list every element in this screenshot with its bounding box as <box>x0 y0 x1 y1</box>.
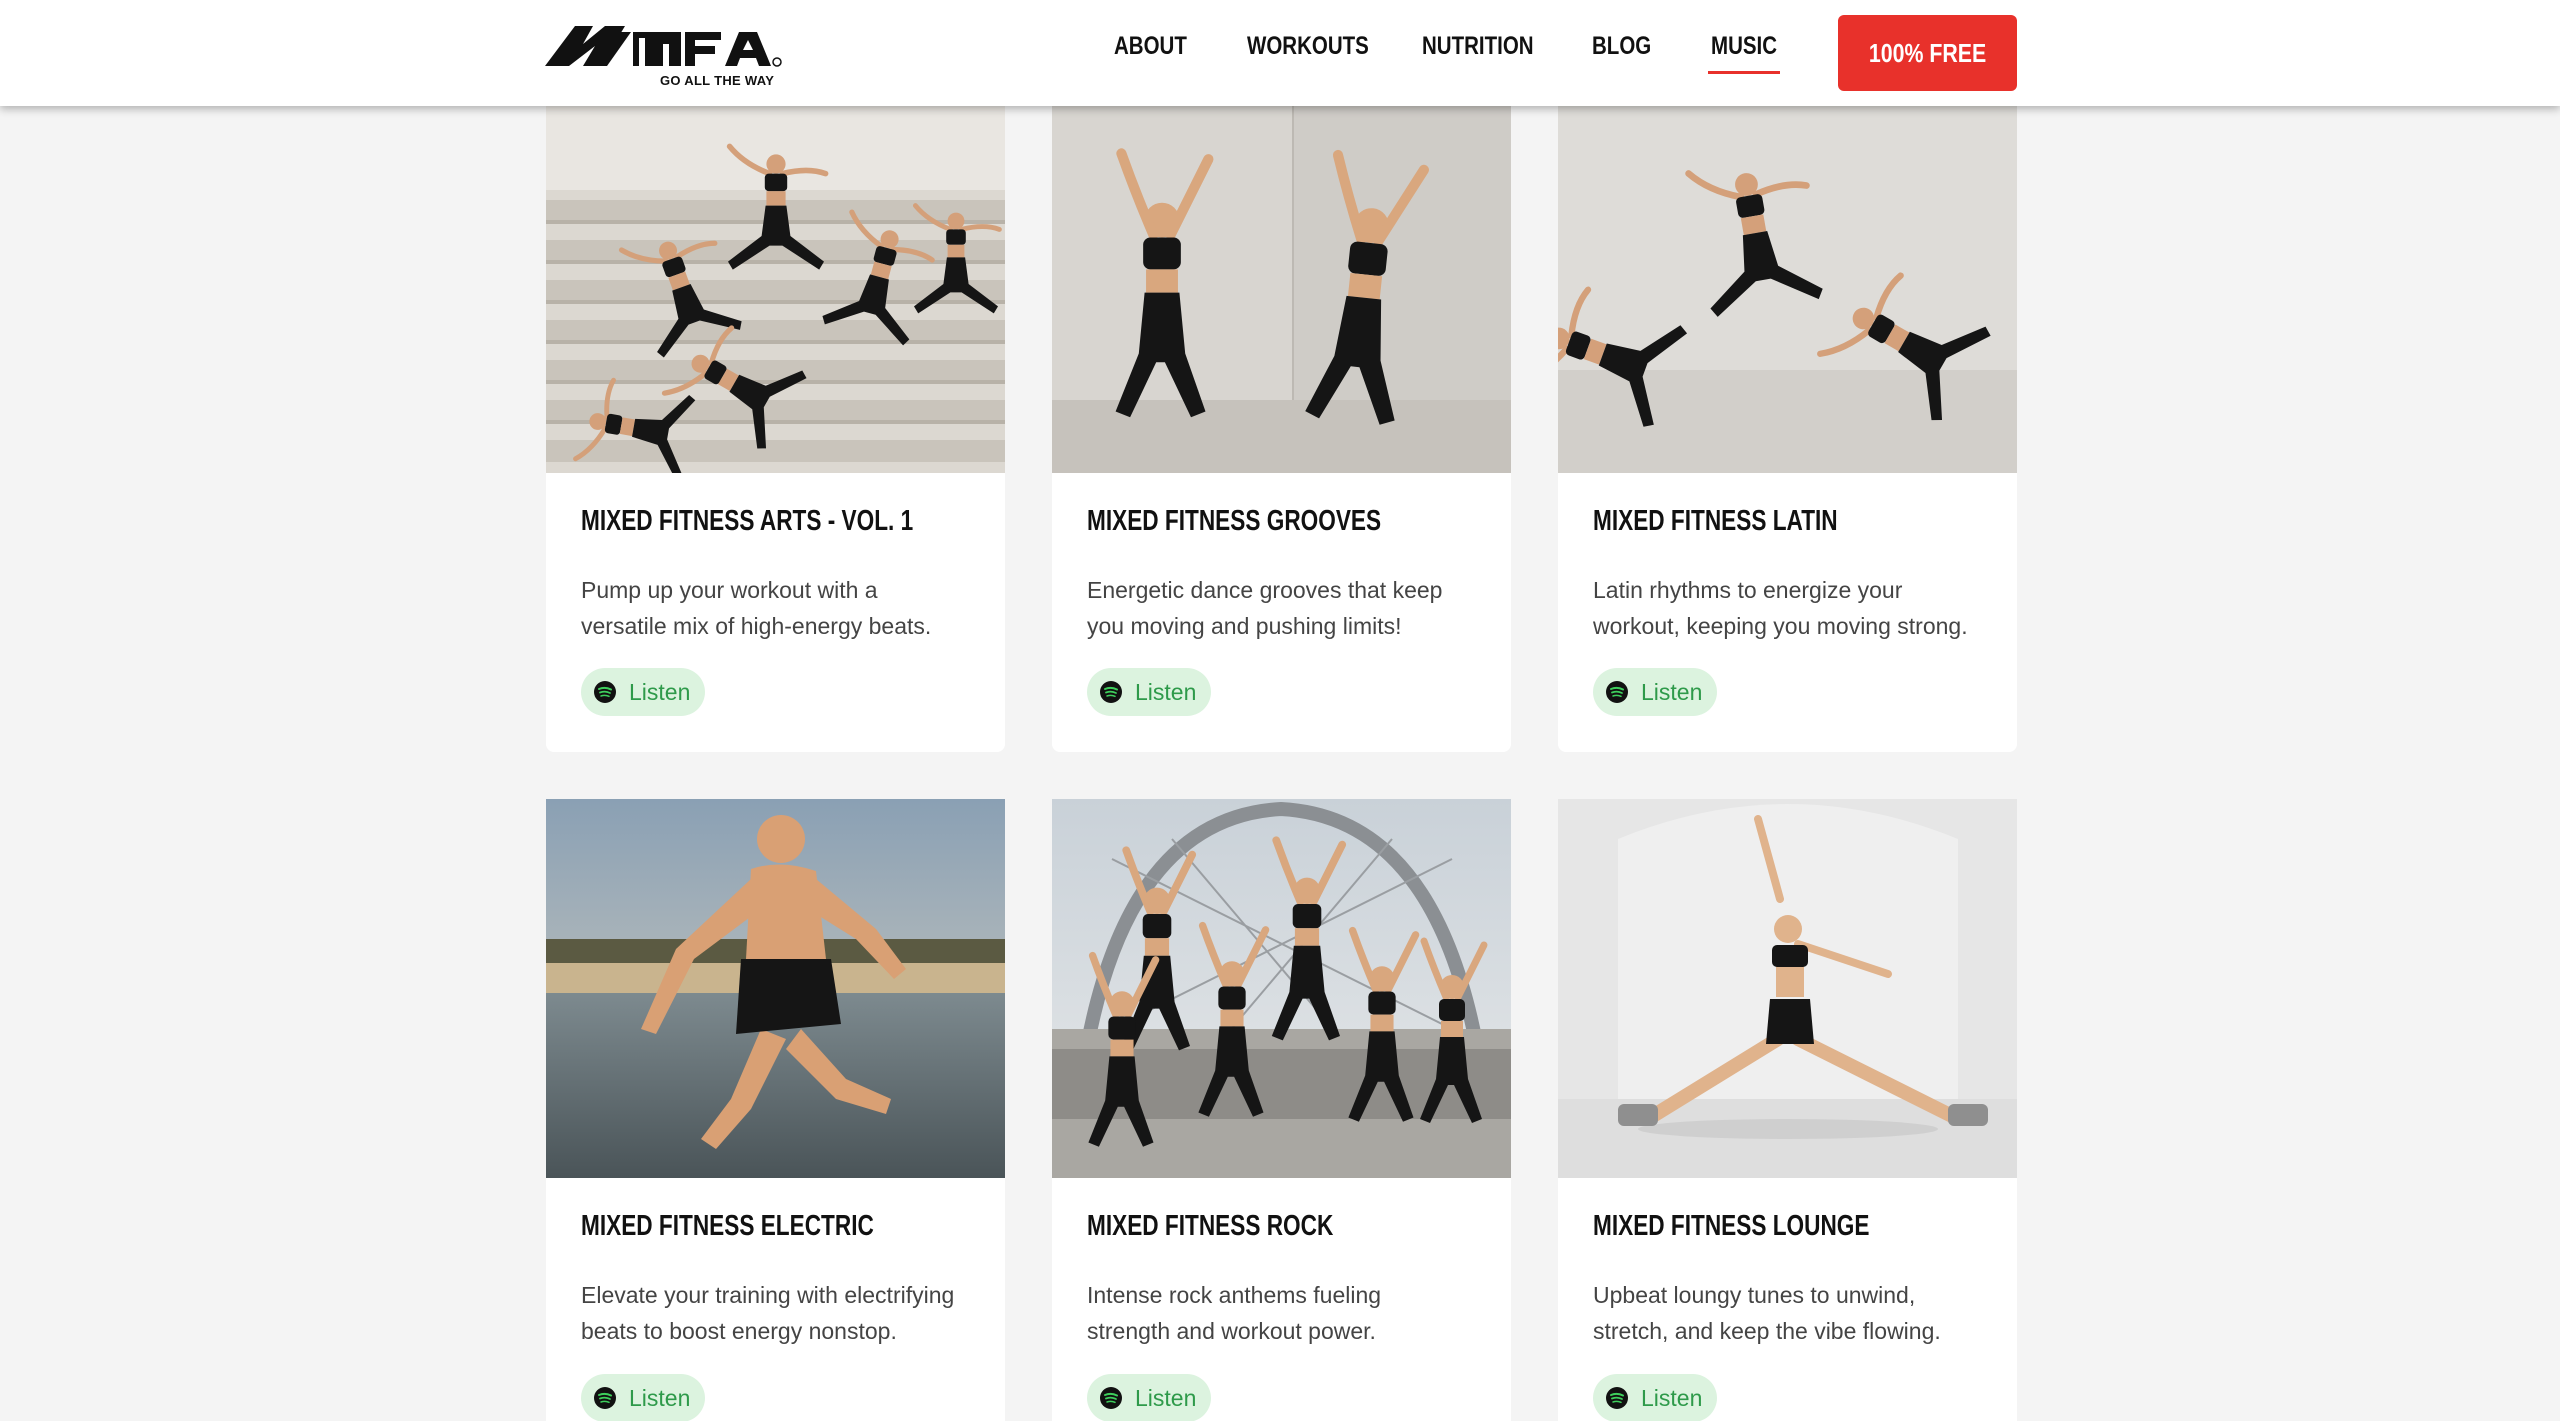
listen-label: Listen <box>629 1385 691 1411</box>
playlist-card-grooves: MIXED FITNESS GROOVES Energetic dance gr… <box>1052 100 1511 752</box>
nav-blog[interactable]: BLOG <box>1592 32 1651 61</box>
spotify-icon <box>1606 1387 1628 1409</box>
playlist-description: Pump up your workout with a versatile mi… <box>581 572 981 644</box>
playlist-cover-lounge[interactable] <box>1558 799 2017 1178</box>
logo-tagline: GO ALL THE WAY <box>660 73 775 88</box>
playlist-card-lounge: MIXED FITNESS LOUNGE Upbeat loungy tunes… <box>1558 799 2017 1421</box>
description-line: beats to boost energy nonstop. <box>581 1318 897 1344</box>
free-cta-label: 100% FREE <box>1868 37 1987 68</box>
listen-button[interactable]: Listen <box>1593 1374 1717 1421</box>
spotify-icon <box>594 681 616 703</box>
listen-button[interactable]: Listen <box>1593 668 1717 716</box>
mfa-logo[interactable]: GO ALL THE WAY <box>545 18 805 90</box>
spotify-icon <box>1100 681 1122 703</box>
listen-button[interactable]: Listen <box>581 1374 705 1421</box>
nav-workouts[interactable]: WORKOUTS <box>1247 32 1369 61</box>
playlist-cover-latin[interactable] <box>1558 100 2017 473</box>
playlist-description: Energetic dance grooves that keep you mo… <box>1087 572 1487 644</box>
playlist-title: MIXED FITNESS ROCK <box>1087 1210 1334 1242</box>
playlist-cover-arts[interactable] <box>546 100 1005 473</box>
nav-nutrition[interactable]: NUTRITION <box>1422 32 1534 61</box>
listen-label: Listen <box>1641 679 1703 705</box>
nav-music[interactable]: MUSIC <box>1711 32 1777 61</box>
spotify-icon <box>1606 681 1628 703</box>
playlist-description: Upbeat loungy tunes to unwind, stretch, … <box>1593 1277 1993 1349</box>
playlist-cover-electric[interactable] <box>546 799 1005 1178</box>
playlist-description: Latin rhythms to energize your workout, … <box>1593 572 1993 644</box>
spotify-icon <box>594 1387 616 1409</box>
playlist-title: MIXED FITNESS ELECTRIC <box>581 1210 874 1242</box>
free-cta-button[interactable]: 100% FREE <box>1838 15 2017 91</box>
listen-label: Listen <box>1641 1385 1703 1411</box>
site-header: GO ALL THE WAY ABOUT WORKOUTS NUTRITION … <box>0 0 2560 106</box>
listen-button[interactable]: Listen <box>1087 668 1211 716</box>
nav-active-underline <box>1708 71 1780 74</box>
listen-label: Listen <box>1135 679 1197 705</box>
playlist-title: MIXED FITNESS LATIN <box>1593 505 1838 537</box>
listen-label: Listen <box>1135 1385 1197 1411</box>
nav-about[interactable]: ABOUT <box>1114 32 1187 61</box>
description-line: Elevate your training with electrifying <box>581 1282 955 1308</box>
listen-button[interactable]: Listen <box>1087 1374 1211 1421</box>
playlist-title: MIXED FITNESS LOUNGE <box>1593 1210 1870 1242</box>
description-line: Pump up your workout with a <box>581 577 878 603</box>
description-line: strength and workout power. <box>1087 1318 1376 1344</box>
playlist-cover-rock[interactable] <box>1052 799 1511 1178</box>
playlist-card-latin: MIXED FITNESS LATIN Latin rhythms to ene… <box>1558 100 2017 752</box>
playlist-card-electric: MIXED FITNESS ELECTRIC Elevate your trai… <box>546 799 1005 1421</box>
listen-button[interactable]: Listen <box>581 668 705 716</box>
description-line: you moving and pushing limits! <box>1087 613 1402 639</box>
playlist-title: MIXED FITNESS GROOVES <box>1087 505 1382 537</box>
description-line: workout, keeping you moving strong. <box>1593 613 1968 639</box>
playlist-card-rock: MIXED FITNESS ROCK Intense rock anthems … <box>1052 799 1511 1421</box>
description-line: Intense rock anthems fueling <box>1087 1282 1382 1308</box>
description-line: stretch, and keep the vibe flowing. <box>1593 1318 1941 1344</box>
spotify-icon <box>1100 1387 1122 1409</box>
description-line: versatile mix of high-energy beats. <box>581 613 932 639</box>
listen-label: Listen <box>629 679 691 705</box>
description-line: Energetic dance grooves that keep <box>1087 577 1443 603</box>
playlist-description: Intense rock anthems fueling strength an… <box>1087 1277 1487 1349</box>
playlist-title: MIXED FITNESS ARTS - VOL. 1 <box>581 505 914 537</box>
description-line: Latin rhythms to energize your <box>1593 577 1903 603</box>
playlist-cover-grooves[interactable] <box>1052 100 1511 473</box>
playlist-card-arts: MIXED FITNESS ARTS - VOL. 1 Pump up your… <box>546 100 1005 752</box>
description-line: Upbeat loungy tunes to unwind, <box>1593 1282 1916 1308</box>
playlist-description: Elevate your training with electrifying … <box>581 1277 981 1349</box>
